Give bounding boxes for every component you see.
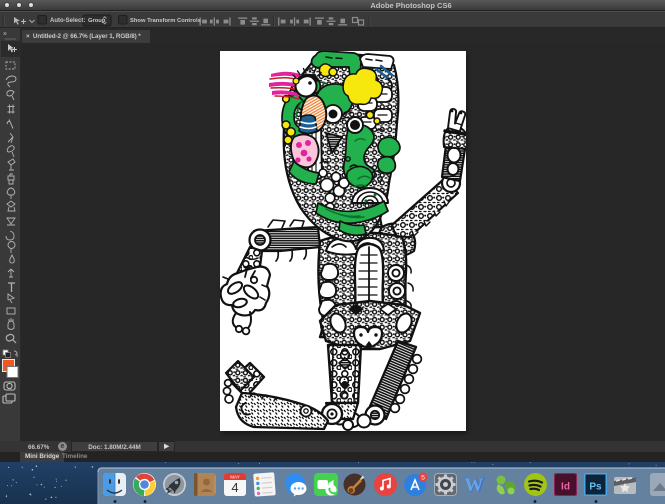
svg-text:4: 4 <box>231 480 238 495</box>
svg-text:W: W <box>465 475 484 496</box>
svg-text:»: » <box>3 31 7 38</box>
svg-text:5: 5 <box>421 474 425 481</box>
svg-text:Id: Id <box>561 482 570 493</box>
svg-text:Ps: Ps <box>589 482 602 493</box>
svg-text:MAY: MAY <box>230 475 239 480</box>
